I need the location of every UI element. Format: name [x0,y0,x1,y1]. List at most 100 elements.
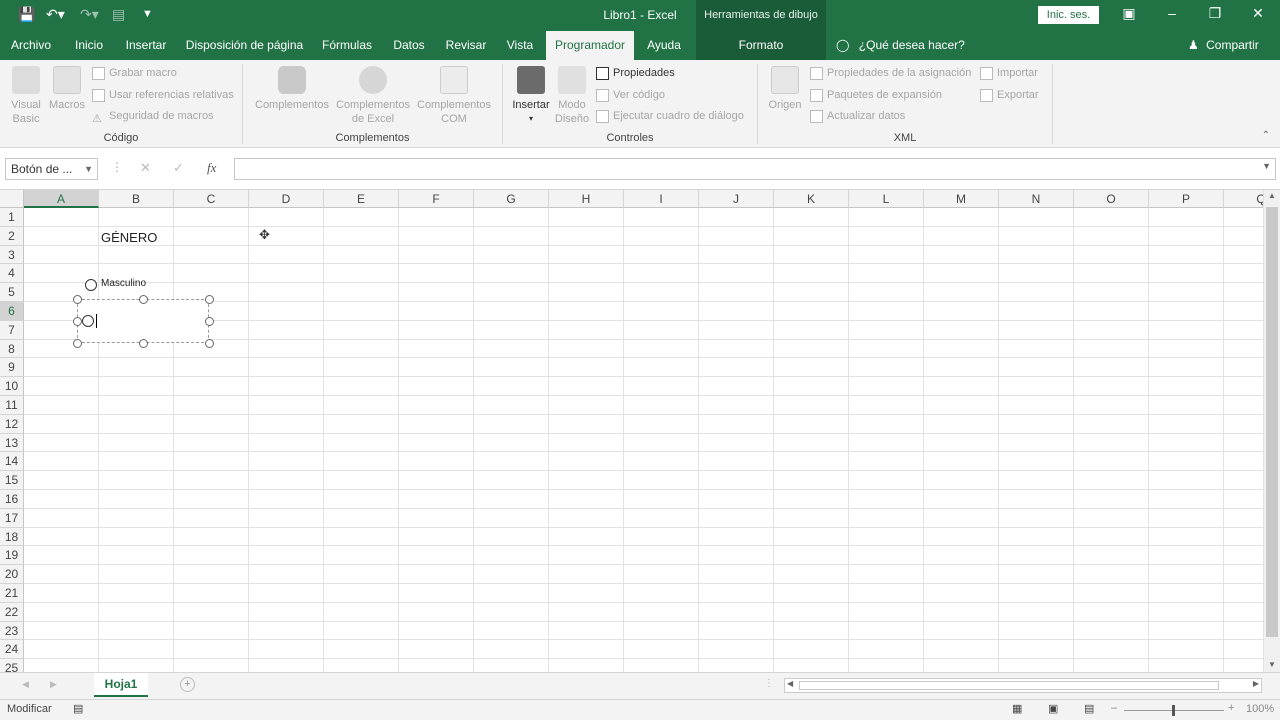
insert-function-icon[interactable]: fx [207,160,216,176]
column-header[interactable]: L [849,190,924,208]
signin-button[interactable]: Inic. ses. [1038,6,1099,24]
column-header[interactable]: E [324,190,399,208]
row-header[interactable]: 22 [0,602,24,622]
tab-vista[interactable]: Vista [501,31,539,60]
zoom-in-icon[interactable]: + [1228,702,1234,714]
zoom-level[interactable]: 100% [1246,703,1274,715]
redo-icon[interactable]: ↷▾ [80,6,99,23]
chevron-down-icon[interactable]: ▼ [84,159,93,179]
resize-handle[interactable] [205,339,214,348]
resize-handle[interactable] [205,317,214,326]
visual-basic-button[interactable]: Visual Basic [6,66,46,126]
scroll-up-icon[interactable]: ▲ [1268,191,1276,200]
resize-handle[interactable] [73,317,82,326]
tab-ayuda[interactable]: Ayuda [643,31,685,60]
collapse-ribbon-icon[interactable]: ⌃ [1262,130,1270,141]
design-mode-button[interactable]: Modo Diseño [554,66,590,126]
undo-icon[interactable]: ↶▾ [46,6,65,23]
row-header[interactable]: 12 [0,414,24,434]
excel-addins-button[interactable]: Complementos de Excel [333,66,413,126]
column-header[interactable]: I [624,190,699,208]
column-header[interactable]: D [249,190,324,208]
properties-button[interactable]: Propiedades [596,64,675,82]
row-header[interactable]: 24 [0,640,24,660]
column-header[interactable]: K [774,190,849,208]
row-header[interactable]: 8 [0,339,24,359]
column-header[interactable]: M [924,190,999,208]
add-sheet-icon[interactable]: + [180,677,195,692]
export-button[interactable]: Exportar [980,86,1039,104]
select-all-corner[interactable] [0,190,24,208]
resize-handle[interactable] [73,339,82,348]
worksheet-grid[interactable]: ABCDEFGHIJKLMNOPQ 1 2 3 4 5 6 7 8 9 10 11 12 13 14 15 1… [0,190,1280,672]
radio-button-new[interactable] [73,295,214,348]
form-icon[interactable]: ▤ [112,6,125,23]
share-button[interactable]: ♟ Compartir [1188,31,1259,60]
column-header[interactable]: B [99,190,174,208]
scroll-down-icon[interactable]: ▼ [1268,660,1276,669]
run-dialog-button[interactable]: Ejecutar cuadro de diálogo [596,107,744,125]
refresh-data-button[interactable]: Actualizar datos [810,107,905,125]
name-box[interactable]: Botón de ... ▼ [5,158,98,180]
scroll-thumb[interactable] [799,681,1219,690]
expand-formula-icon[interactable]: ▼ [1262,161,1271,171]
relative-references-button[interactable]: Usar referencias relativas [92,86,234,104]
zoom-slider[interactable] [1124,705,1224,716]
tab-insertar[interactable]: Insertar [120,31,172,60]
resize-handle[interactable] [205,295,214,304]
resize-handle[interactable] [139,339,148,348]
horizontal-scrollbar[interactable]: ◀ ▶ [784,678,1262,693]
row-header[interactable]: 13 [0,433,24,453]
com-addins-button[interactable]: Complementos COM [414,66,494,126]
row-header[interactable]: 5 [0,283,24,302]
column-header[interactable]: O [1074,190,1149,208]
tab-disposicion[interactable]: Disposición de página [182,31,307,60]
tab-programador[interactable]: Programador [546,31,634,60]
row-header[interactable]: 18 [0,527,24,547]
resize-handle[interactable] [139,295,148,304]
row-header[interactable]: 10 [0,377,24,396]
view-code-button[interactable]: Ver código [596,86,665,104]
column-header[interactable]: F [399,190,474,208]
column-header[interactable]: G [474,190,549,208]
row-header[interactable]: 17 [0,508,24,528]
cancel-icon[interactable]: ✕ [140,160,151,176]
cell-b2[interactable]: GÉNERO [101,230,157,245]
row-header[interactable]: 19 [0,546,24,566]
column-header[interactable]: J [699,190,774,208]
macro-record-icon[interactable]: ▤ [73,702,83,715]
row-header[interactable]: 2 [0,226,24,246]
scroll-left-icon[interactable]: ◀ [787,679,793,688]
page-break-view-icon[interactable]: ▤ [1084,702,1094,715]
sheet-tab-hoja1[interactable]: Hoja1 [94,673,148,697]
vertical-scrollbar[interactable]: ▲ ▼ [1263,190,1280,672]
row-header[interactable]: 15 [0,471,24,490]
row-header[interactable]: 1 [0,208,24,227]
column-header[interactable]: H [549,190,624,208]
row-header[interactable]: 25 [0,659,24,672]
enter-icon[interactable]: ✓ [173,160,184,176]
tab-formato[interactable]: Formato [696,31,826,60]
scroll-thumb[interactable] [1266,207,1278,637]
row-header[interactable]: 23 [0,621,24,641]
macros-button[interactable]: Macros [46,66,88,112]
scroll-right-icon[interactable]: ▶ [1253,679,1259,688]
row-header[interactable]: 16 [0,490,24,509]
row-header[interactable]: 11 [0,396,24,415]
row-header[interactable]: 9 [0,358,24,378]
save-icon[interactable]: 💾 [18,6,35,23]
row-header[interactable]: 20 [0,565,24,584]
restore-icon[interactable]: ❐ [1203,5,1227,22]
tab-inicio[interactable]: Inicio [66,31,112,60]
formula-input[interactable]: ▼ [234,158,1276,180]
minimize-icon[interactable]: – [1160,5,1184,21]
map-properties-button[interactable]: Propiedades de la asignación [810,64,971,82]
row-header[interactable]: 3 [0,245,24,265]
expansion-packs-button[interactable]: Paquetes de expansión [810,86,942,104]
import-button[interactable]: Importar [980,64,1038,82]
row-header[interactable]: 14 [0,452,24,472]
row-header[interactable]: 21 [0,584,24,603]
normal-view-icon[interactable]: ▦ [1012,702,1022,715]
tab-split-handle[interactable]: ⋮ [764,678,774,689]
row-header[interactable]: 7 [0,320,24,340]
